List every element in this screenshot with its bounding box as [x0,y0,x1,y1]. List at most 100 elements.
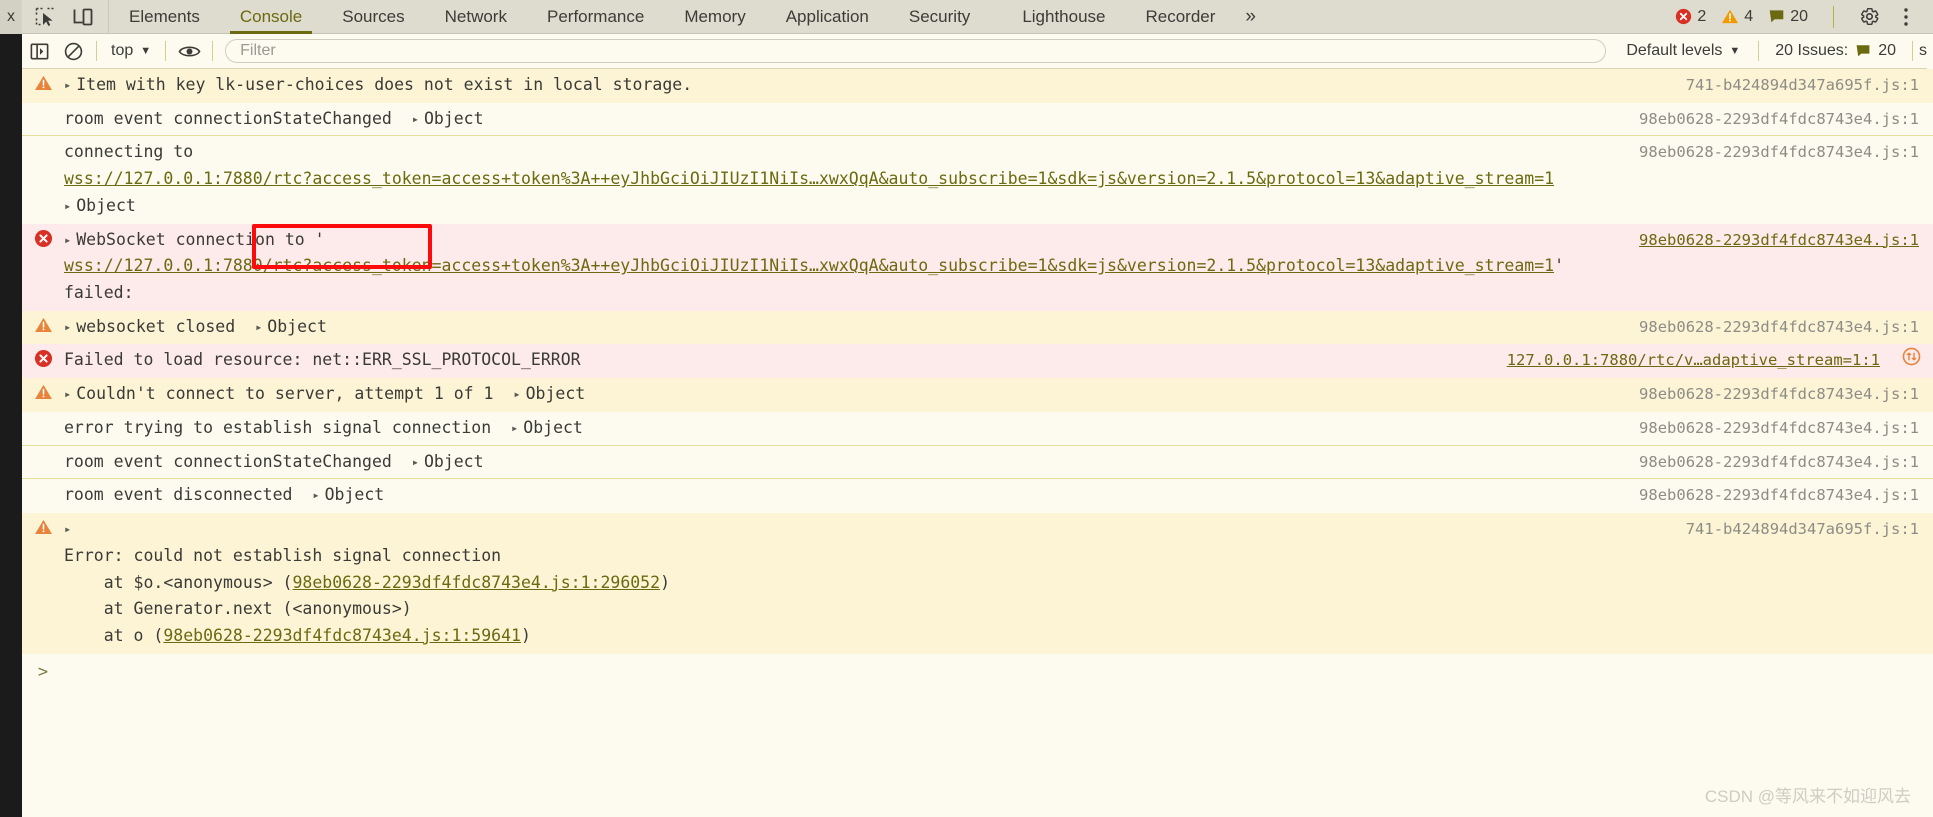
row-gutter [22,347,64,368]
tab-security[interactable]: Security [889,0,990,33]
console-message-source[interactable]: 98eb0628-2293df4fdc8743e4.js:1 [1639,415,1933,441]
console-message-source[interactable]: 127.0.0.1:7880/rtc/v…adaptive_stream=1:1 [1507,347,1894,373]
warning-icon [34,519,52,535]
object-preview[interactable]: Object [267,317,327,336]
console-message-source[interactable]: 98eb0628-2293df4fdc8743e4.js:1 [1639,381,1933,407]
issues-label: 20 Issues: [1775,42,1849,59]
console-message-list[interactable]: ▸ Item with key lk-user-choices does not … [22,69,1933,817]
tab-console[interactable]: Console [220,0,322,34]
close-icon[interactable]: x [7,9,15,25]
tab-lighthouse[interactable]: Lighthouse [990,0,1125,33]
message-body: websocket closed [76,316,236,336]
tab-network[interactable]: Network [425,0,527,33]
object-preview[interactable]: Object [424,109,484,128]
console-message-source[interactable]: 98eb0628-2293df4fdc8743e4.js:1 [1639,482,1933,508]
gear-icon [1861,7,1879,26]
console-row-connecting-to[interactable]: connecting to wss://127.0.0.1:7880/rtc?ac… [22,136,1933,224]
expand-arrow-icon[interactable]: ▸ [412,453,419,472]
console-row-room-event-1[interactable]: room event connectionStateChanged ▸ Objec… [22,102,1933,137]
console-row-couldnt-connect[interactable]: ▸ Couldn't connect to server, attempt 1 o… [22,378,1933,412]
console-row-websocket-failed[interactable]: ▸ WebSocket connection to ' wss://127.0.0.… [22,223,1933,311]
console-row-room-event-2[interactable]: room event connectionStateChanged ▸ Objec… [22,445,1933,480]
devtools-menu-button[interactable] [1895,6,1923,28]
expand-arrow-icon[interactable]: ▸ [64,520,71,539]
tab-sources[interactable]: Sources [322,0,424,33]
console-message-source[interactable]: 741-b424894d347a695f.js:1 [1686,516,1933,542]
expand-arrow-icon[interactable]: ▸ [64,318,71,337]
object-preview[interactable]: Object [523,418,583,437]
console-row-error-trying-signal[interactable]: error trying to establish signal connect… [22,411,1933,446]
console-row-websocket-closed[interactable]: ▸ websocket closed ▸ Object 98eb0628-2293d… [22,310,1933,345]
execution-context-label: top [111,42,134,59]
kebab-menu-icon [1904,7,1908,26]
tab-elements[interactable]: Elements [109,0,220,33]
console-message-source[interactable]: 98eb0628-2293df4fdc8743e4.js:1 [1639,227,1933,253]
expand-arrow-icon[interactable]: ▸ [412,110,419,129]
expand-arrow-icon[interactable]: ▸ [312,486,319,505]
expand-arrow-icon[interactable]: ▸ [511,419,518,438]
console-message-source[interactable]: 741-b424894d347a695f.js:1 [1686,72,1933,98]
divider [212,41,214,61]
issues-button[interactable]: 20 Issues: 20 [1765,42,1906,60]
tab-performance[interactable]: Performance [527,0,664,33]
filter-input[interactable] [225,39,1607,63]
error-counter[interactable]: 2 [1675,8,1706,26]
expand-arrow-icon[interactable]: ▸ [513,385,520,404]
console-message-source[interactable]: 98eb0628-2293df4fdc8743e4.js:1 [1639,449,1933,475]
tab-label: Sources [342,6,405,26]
object-preview[interactable]: Object [76,196,136,215]
stack-line-link[interactable]: 98eb0628-2293df4fdc8743e4.js:1:59641 [163,626,521,645]
clear-console-button[interactable] [56,34,90,68]
more-tabs-button[interactable]: » [1235,0,1272,33]
object-preview[interactable]: Object [424,452,484,471]
device-toolbar-icon[interactable] [72,6,94,28]
stack-line-suffix: ) [520,625,531,645]
execution-context-selector[interactable]: top ▼ [103,42,159,60]
browser-tab-close-area[interactable]: x [0,0,22,34]
object-preview[interactable]: Object [526,384,586,403]
tab-application[interactable]: Application [766,0,889,33]
log-levels-selector[interactable]: Default levels ▼ [1614,42,1752,60]
devtools-window: x Elements Console Sources Network Perfo… [0,0,1933,817]
log-levels-label: Default levels [1626,42,1723,59]
warning-counter[interactable]: 4 [1721,8,1753,26]
divider [1912,41,1913,61]
console-message-source[interactable]: 98eb0628-2293df4fdc8743e4.js:1 [1639,139,1933,165]
issues-counter[interactable]: 20 [1768,8,1808,26]
stack-line-prefix: at $o.<anonymous> ( [64,572,293,592]
inspect-element-icon[interactable] [34,6,56,28]
console-row-stack-trace[interactable]: ▸ Error: could not establish signal conne… [22,513,1933,654]
stack-line-link[interactable]: 98eb0628-2293df4fdc8743e4.js:1:296052 [293,573,661,592]
object-preview[interactable]: Object [325,485,385,504]
websocket-url-link[interactable]: wss://127.0.0.1:7880/rtc?access_token=ac… [64,256,1554,275]
console-message-source[interactable]: 98eb0628-2293df4fdc8743e4.js:1 [1639,314,1933,340]
console-row-room-disconnected[interactable]: room event disconnected ▸ Object 98eb0628… [22,479,1933,514]
console-row-warning-localstorage[interactable]: ▸ Item with key lk-user-choices does not … [22,69,1933,103]
issues-icon [1856,45,1870,57]
error-icon [34,229,52,247]
console-message-text: ▸ websocket closed ▸ Object [64,314,1639,341]
console-prompt[interactable]: > [22,653,1933,690]
tab-memory[interactable]: Memory [664,0,765,33]
expand-arrow-icon[interactable]: ▸ [255,318,262,337]
divider [1833,5,1834,28]
console-message-text: ▸ WebSocket connection to ' wss://127.0.0.… [64,227,1639,307]
console-message-source[interactable]: 98eb0628-2293df4fdc8743e4.js:1 [1639,106,1933,132]
tab-label: Application [785,6,869,26]
settings-button[interactable] [1850,5,1889,28]
divider [1758,41,1760,61]
expand-arrow-icon[interactable]: ▸ [64,231,71,250]
tabbar-spacer [1272,0,1675,33]
console-sidebar-button[interactable] [22,34,56,68]
tab-label: Network [444,6,507,26]
live-expression-button[interactable] [172,34,206,68]
network-request-icon[interactable] [1902,347,1933,366]
console-message-text: ▸ Couldn't connect to server, attempt 1 o… [64,381,1639,408]
watermark: CSDN @等风来不如迎风去 [1704,787,1911,806]
console-row-failed-to-load[interactable]: Failed to load resource: net::ERR_SSL_PR… [22,344,1933,379]
websocket-url-link[interactable]: wss://127.0.0.1:7880/rtc?access_token=ac… [64,169,1554,188]
tab-recorder[interactable]: Recorder [1126,0,1236,33]
expand-arrow-icon[interactable]: ▸ [64,197,71,216]
expand-arrow-icon[interactable]: ▸ [64,76,71,95]
expand-arrow-icon[interactable]: ▸ [64,385,71,404]
